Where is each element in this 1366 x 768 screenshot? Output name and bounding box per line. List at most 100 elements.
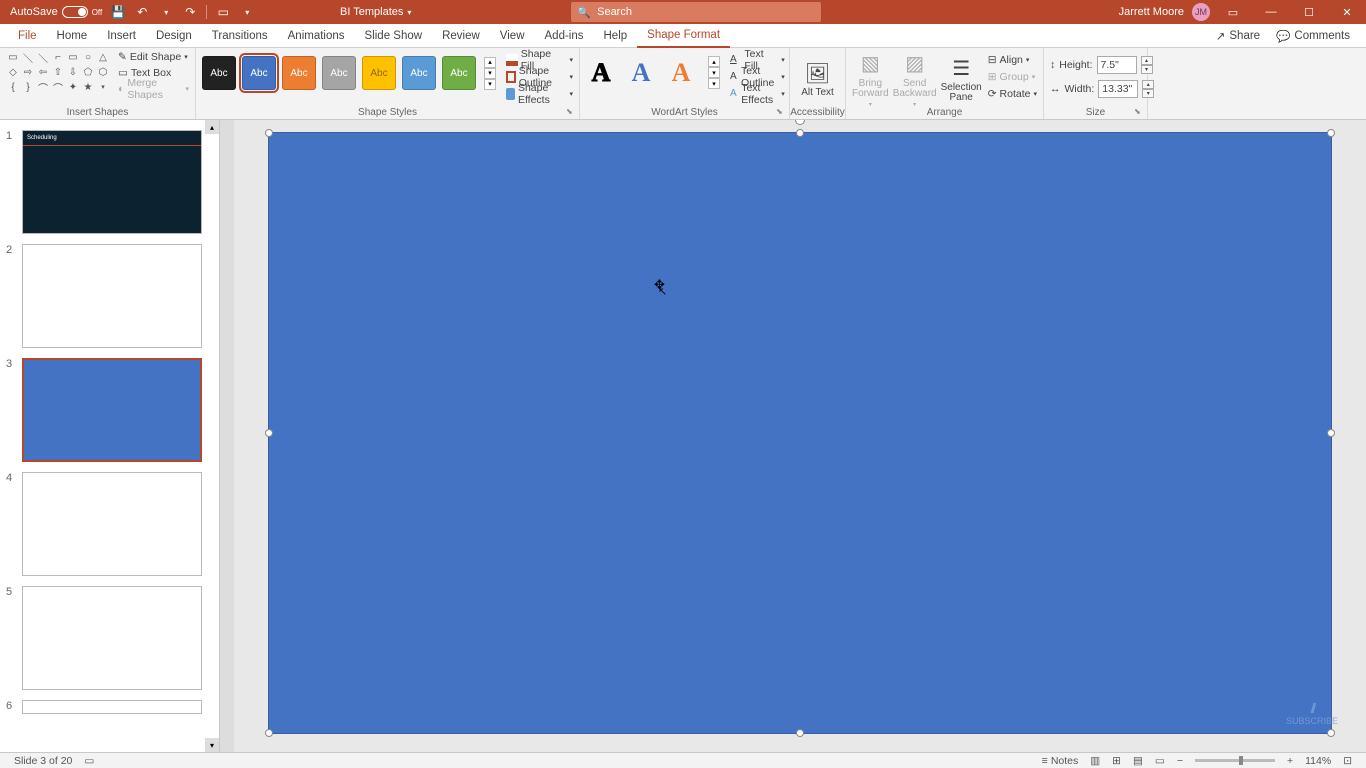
shape-rhombus-icon[interactable]: ◇ [6, 65, 20, 79]
handle-sw[interactable] [265, 729, 273, 737]
wordart-preset-2[interactable]: A [626, 58, 656, 88]
height-down-icon[interactable]: ▾ [1141, 65, 1153, 74]
style-preset-6[interactable]: Abc [402, 56, 436, 90]
align-button[interactable]: ⊟Align▾ [988, 52, 1037, 67]
reading-view-icon[interactable]: ▤ [1127, 755, 1149, 767]
undo-dropdown-icon[interactable]: ▾ [158, 4, 174, 20]
zoom-out-icon[interactable]: − [1171, 755, 1189, 767]
height-up-icon[interactable]: ▴ [1141, 56, 1153, 65]
shapes-more-icon[interactable]: ▾ [96, 80, 110, 94]
redo-icon[interactable]: ↷ [182, 4, 198, 20]
slideshow-view-icon[interactable]: ▭ [1149, 755, 1171, 767]
slide-thumb-6[interactable] [22, 700, 202, 714]
tab-addins[interactable]: Add-ins [535, 24, 594, 48]
slide-thumb-3[interactable] [22, 358, 202, 462]
ribbon-display-icon[interactable]: ▭ [1218, 0, 1248, 24]
wa-up-icon[interactable]: ▴ [708, 56, 720, 67]
zoom-slider[interactable] [1195, 759, 1275, 762]
share-button[interactable]: ↗Share [1208, 29, 1268, 43]
preset-more-icon[interactable]: ▾ [484, 79, 496, 90]
tab-slideshow[interactable]: Slide Show [355, 24, 433, 48]
slide-position[interactable]: Slide 3 of 20 [8, 755, 78, 767]
comments-button[interactable]: 💬Comments [1268, 29, 1358, 43]
tab-transitions[interactable]: Transitions [202, 24, 278, 48]
tab-file[interactable]: File [8, 24, 47, 48]
selection-pane-button[interactable]: ☰ Selection Pane [941, 50, 982, 108]
canvas-scroll-left[interactable] [220, 120, 234, 752]
shape-styles-launcher-icon[interactable]: ⬊ [566, 107, 576, 117]
panel-scroll-down-icon[interactable]: ▾ [205, 738, 219, 752]
shape-line2-icon[interactable]: ＼ [36, 50, 50, 64]
shape-arrow-u-icon[interactable]: ⇧ [51, 65, 65, 79]
shapes-gallery[interactable]: ▭ ＼ ＼ ⌐ ▭ ○ △ ◇ ⇨ ⇦ ⇧ ⇩ ⬠ ⬡ { } ⌒ ⌒ ✦ ★ [6, 50, 110, 94]
autosave-toggle[interactable]: AutoSave Off [10, 6, 102, 18]
shape-arrow-d-icon[interactable]: ⇩ [66, 65, 80, 79]
document-title[interactable]: BI Templates ▾ [340, 6, 411, 18]
shape-star5-icon[interactable]: ★ [81, 80, 95, 94]
shape-arrow-r-icon[interactable]: ⇨ [21, 65, 35, 79]
handle-nw[interactable] [265, 129, 273, 137]
close-icon[interactable]: ✕ [1332, 0, 1362, 24]
shape-arrow-l-icon[interactable]: ⇦ [36, 65, 50, 79]
style-preset-7[interactable]: Abc [442, 56, 476, 90]
canvas-area[interactable]: ✥↖ /// SUBSCRIBE [220, 120, 1366, 752]
handle-se[interactable] [1327, 729, 1335, 737]
search-input[interactable]: 🔍 Search [571, 2, 821, 22]
edit-shape-button[interactable]: ✎Edit Shape▾ [118, 50, 189, 64]
shape-rbrace-icon[interactable]: } [21, 80, 35, 94]
width-up-icon[interactable]: ▴ [1142, 80, 1154, 89]
alt-text-button[interactable]: 🖼 Alt Text [796, 50, 839, 108]
undo-icon[interactable]: ↶ [134, 4, 150, 20]
shape-connector-icon[interactable]: ⌐ [51, 50, 65, 64]
fit-to-window-icon[interactable]: ⊡ [1337, 755, 1358, 767]
wordart-launcher-icon[interactable]: ⬊ [776, 107, 786, 117]
width-input[interactable]: 13.33" [1098, 80, 1138, 98]
tab-design[interactable]: Design [146, 24, 202, 48]
shape-line-icon[interactable]: ＼ [21, 50, 35, 64]
tab-review[interactable]: Review [432, 24, 490, 48]
tab-shape-format[interactable]: Shape Format [637, 24, 730, 48]
avatar[interactable]: JM [1192, 3, 1210, 21]
qat-more-icon[interactable]: ▾ [239, 4, 255, 20]
preset-down-icon[interactable]: ▾ [484, 68, 496, 79]
style-preset-2[interactable]: Abc [242, 56, 276, 90]
zoom-level[interactable]: 114% [1299, 755, 1337, 767]
tab-insert[interactable]: Insert [97, 24, 146, 48]
save-icon[interactable]: 💾 [110, 4, 126, 20]
style-preset-4[interactable]: Abc [322, 56, 356, 90]
slide-thumb-4[interactable] [22, 472, 202, 576]
selected-shape[interactable]: ✥↖ [268, 132, 1332, 734]
width-down-icon[interactable]: ▾ [1142, 89, 1154, 98]
wa-down-icon[interactable]: ▾ [708, 67, 720, 78]
panel-scroll-up-icon[interactable]: ▴ [205, 120, 219, 134]
tab-animations[interactable]: Animations [278, 24, 355, 48]
shape-rect-icon[interactable]: ▭ [66, 50, 80, 64]
preset-up-icon[interactable]: ▴ [484, 57, 496, 68]
handle-s[interactable] [796, 729, 804, 737]
zoom-in-icon[interactable]: + [1281, 755, 1299, 767]
style-preset-1[interactable]: Abc [202, 56, 236, 90]
shape-arc2-icon[interactable]: ⌒ [51, 80, 65, 94]
user-name[interactable]: Jarrett Moore [1119, 6, 1184, 18]
shape-textbox-icon[interactable]: ▭ [6, 50, 20, 64]
style-preset-5[interactable]: Abc [362, 56, 396, 90]
slide-thumb-2[interactable] [22, 244, 202, 348]
slide-thumb-5[interactable] [22, 586, 202, 690]
tab-home[interactable]: Home [47, 24, 98, 48]
shape-arc-icon[interactable]: ⌒ [36, 80, 50, 94]
maximize-icon[interactable]: ☐ [1294, 0, 1324, 24]
canvas-scroll-bottom[interactable] [234, 738, 1366, 752]
text-effects-button[interactable]: AText Effects▾ [730, 86, 785, 101]
shape-star4-icon[interactable]: ✦ [66, 80, 80, 94]
shape-pentagon-icon[interactable]: ⬠ [81, 65, 95, 79]
shape-oval-icon[interactable]: ○ [81, 50, 95, 64]
handle-ne[interactable] [1327, 129, 1335, 137]
size-launcher-icon[interactable]: ⬊ [1134, 107, 1144, 117]
tab-view[interactable]: View [490, 24, 535, 48]
rotate-handle-icon[interactable] [795, 120, 805, 125]
height-input[interactable]: 7.5" [1097, 56, 1137, 74]
shape-lbrace-icon[interactable]: { [6, 80, 20, 94]
handle-w[interactable] [265, 429, 273, 437]
accessibility-status-icon[interactable]: ▭ [78, 755, 100, 767]
rotate-button[interactable]: ⟳Rotate▾ [988, 86, 1037, 101]
